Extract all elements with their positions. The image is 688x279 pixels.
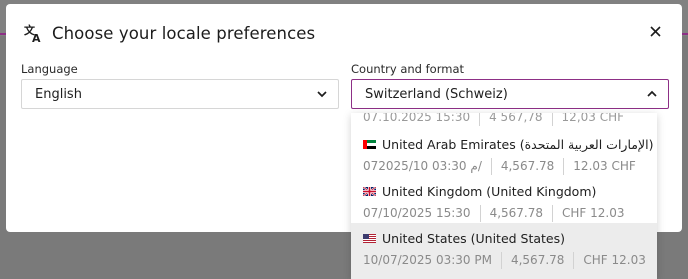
separator	[563, 157, 565, 175]
country-format-select[interactable]: Switzerland (Schweiz)	[351, 79, 669, 109]
uae-flag-icon	[363, 139, 376, 149]
language-label: Language	[21, 62, 78, 76]
option-date: 07م 03:30 2025/10/	[363, 159, 482, 173]
modal-title: Choose your locale preferences	[52, 23, 316, 43]
option-currency: CHF 12.03	[562, 206, 625, 220]
list-item-uk[interactable]: United Kingdom (United Kingdom) 07/10/20…	[351, 182, 657, 226]
backdrop-accent-line-right	[682, 33, 688, 35]
country-select-value: Switzerland (Schweiz)	[365, 86, 508, 102]
translate-icon: 文 A	[24, 23, 44, 45]
separator	[490, 157, 492, 175]
list-item-partial[interactable]: 07.10.2025 15:30 4 567,78 12,03 CHF	[363, 113, 625, 126]
separator	[573, 251, 575, 269]
language-select-value: English	[35, 86, 82, 102]
option-date: 07.10.2025 15:30	[363, 113, 471, 124]
option-name: United States (United States)	[382, 230, 566, 246]
separator	[552, 204, 553, 222]
option-name: United Kingdom (United Kingdom)	[382, 183, 597, 199]
option-date: 07/10/2025 15:30	[363, 206, 471, 220]
separator	[551, 113, 553, 126]
option-currency: 12,03 CHF	[561, 113, 625, 124]
list-item-us[interactable]: United States (United States) 10/07/2025…	[351, 223, 657, 279]
option-currency: CHF 12.03	[583, 253, 646, 267]
option-currency: 12.03 CHF	[573, 159, 636, 173]
option-date: 10/07/2025 03:30 PM	[363, 253, 492, 267]
country-format-label: Country and format	[351, 62, 465, 76]
close-button[interactable]	[640, 16, 670, 46]
chevron-up-icon	[647, 90, 657, 97]
option-number: 4,567.78	[510, 253, 565, 267]
uk-flag-icon	[363, 186, 376, 196]
country-dropdown-list[interactable]: 07.10.2025 15:30 4 567,78 12,03 CHF Unit…	[351, 113, 657, 279]
separator	[479, 204, 481, 222]
option-number: 4,567.78	[500, 159, 555, 173]
close-icon	[649, 25, 661, 37]
chevron-down-icon	[317, 91, 327, 98]
option-name: United Arab Emirates (الإمارات العربية ا…	[382, 136, 654, 152]
option-number: 4,567.78	[489, 206, 543, 220]
separator	[500, 251, 502, 269]
language-select[interactable]: English	[21, 79, 339, 109]
modal-header: 文 A Choose your locale preferences	[24, 18, 664, 48]
separator	[479, 113, 481, 126]
svg-text:A: A	[32, 32, 41, 43]
option-number: 4 567,78	[489, 113, 543, 124]
us-flag-icon	[363, 233, 376, 243]
list-item-uae[interactable]: United Arab Emirates (الإمارات العربية ا…	[351, 135, 657, 179]
